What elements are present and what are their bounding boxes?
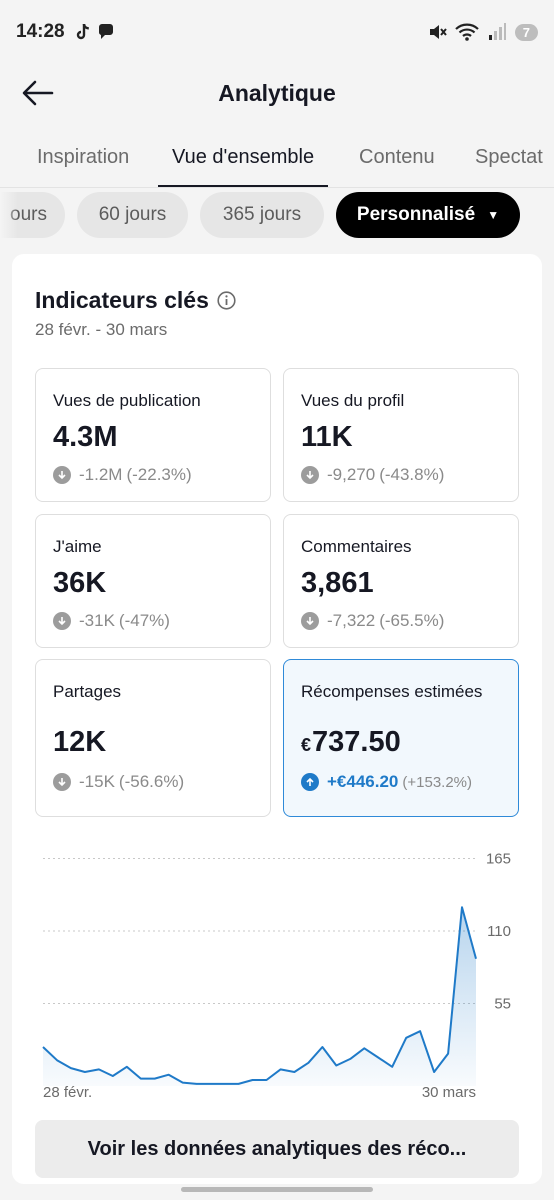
- metric-change: -9,270 (-43.8%): [301, 465, 444, 485]
- chip-custom[interactable]: Personnalisé ▼: [336, 192, 520, 238]
- metric-change-amount: -1.2M: [79, 465, 123, 484]
- wifi-icon: [455, 23, 479, 41]
- metric-value: €737.50: [301, 726, 401, 759]
- section-title: Indicateurs clés: [35, 287, 236, 314]
- arrow-down-icon: [301, 612, 319, 630]
- chart-area: [43, 907, 476, 1086]
- metric-change: +€446.20 (+153.2%): [301, 772, 472, 792]
- section-title-text: Indicateurs clés: [35, 287, 209, 313]
- metric-value: 36K: [53, 567, 107, 599]
- metric-change-amount: -15K: [79, 772, 115, 791]
- arrow-up-icon: [301, 773, 319, 791]
- metric-change-amount: +€446.20: [327, 772, 399, 791]
- metric-card-shares[interactable]: Partages 12K -15K (-56.6%): [35, 659, 271, 817]
- metric-value: 3,861: [301, 567, 374, 599]
- home-indicator: [181, 1187, 373, 1192]
- back-button[interactable]: [22, 76, 58, 110]
- metric-card-comments[interactable]: Commentaires 3,861 -7,322 (-65.5%): [283, 514, 519, 648]
- y-tick-label: 165: [486, 850, 511, 867]
- tab-content[interactable]: Contenu: [359, 134, 435, 187]
- metric-change-percent: (-43.8%): [379, 465, 445, 484]
- back-arrow-icon: [22, 80, 54, 106]
- metric-change: -15K (-56.6%): [53, 772, 184, 792]
- battery-indicator: 7: [514, 23, 538, 41]
- status-right-icons: 7: [427, 22, 538, 42]
- metric-change-percent: (-47%): [118, 611, 170, 630]
- arrow-down-icon: [301, 466, 319, 484]
- currency-symbol: €: [301, 735, 312, 755]
- metric-label: Vues de publication: [53, 391, 201, 410]
- metric-label: Partages: [53, 682, 122, 701]
- metric-change-amount: -7,322: [327, 611, 376, 630]
- metric-value: 11K: [301, 421, 353, 453]
- tiktok-icon: [76, 23, 89, 40]
- chips-fade: [0, 192, 18, 238]
- arrow-down-icon: [53, 773, 71, 791]
- page-title: Analytique: [218, 79, 336, 106]
- metric-card-estimated-rewards[interactable]: Récompenses estimées €737.50 +€446.20 (+…: [283, 659, 519, 817]
- info-icon[interactable]: [217, 291, 236, 310]
- chat-bubble-icon: [98, 24, 113, 39]
- arrow-down-icon: [53, 466, 71, 484]
- metric-change-amount: -31K: [79, 611, 115, 630]
- metric-card-likes[interactable]: J'aime 36K -31K (-47%): [35, 514, 271, 648]
- metric-card-profile-views[interactable]: Vues du profil 11K -9,270 (-43.8%): [283, 368, 519, 502]
- metric-card-post-views[interactable]: Vues de publication 4.3M -1.2M (-22.3%): [35, 368, 271, 502]
- chip-label: 60 jours: [98, 204, 167, 225]
- chip-60-days[interactable]: 60 jours: [77, 192, 188, 238]
- chip-label: Personnalisé: [356, 204, 476, 225]
- metric-label: Vues du profil: [301, 391, 405, 410]
- caret-down-icon: ▼: [487, 208, 500, 222]
- x-axis-end-label: 30 mars: [422, 1084, 476, 1101]
- status-bar: 14:28 7: [0, 0, 554, 64]
- metric-change-amount: -9,270: [327, 465, 376, 484]
- tab-inspiration[interactable]: Inspiration: [37, 134, 129, 187]
- metric-change: -31K (-47%): [53, 611, 170, 631]
- arrow-down-icon: [53, 612, 71, 630]
- chip-label: 365 jours: [222, 204, 302, 225]
- metric-value: 12K: [53, 726, 107, 758]
- tab-audience[interactable]: Spectat: [475, 134, 543, 187]
- metric-value: 4.3M: [53, 421, 118, 453]
- view-rewards-analytics-button[interactable]: Voir les données analytiques des réco...: [35, 1120, 519, 1178]
- key-metrics-card: Indicateurs clés 28 févr. - 30 mars Vues…: [12, 254, 542, 1184]
- rewards-chart[interactable]: 165 110 55 28 févr. 30 mars: [12, 844, 542, 1104]
- x-axis-start-label: 28 févr.: [43, 1084, 92, 1101]
- metric-change-percent: (+153.2%): [402, 773, 473, 791]
- signal-icon: [488, 23, 506, 40]
- metric-change-percent: (-56.6%): [118, 772, 185, 791]
- tab-overview[interactable]: Vue d'ensemble: [158, 134, 329, 187]
- metric-change: -1.2M (-22.3%): [53, 465, 192, 485]
- metric-change-percent: (-65.5%): [379, 611, 445, 630]
- mute-icon: [429, 25, 447, 39]
- chip-365-days[interactable]: 365 jours: [200, 192, 324, 238]
- date-range: 28 févr. - 30 mars: [35, 320, 168, 339]
- date-range-chips: ours 60 jours 365 jours Personnalisé ▼: [0, 192, 554, 238]
- status-time: 14:28: [16, 21, 65, 42]
- metric-label: J'aime: [53, 537, 102, 556]
- top-bar: Analytique: [0, 64, 554, 122]
- metric-change-percent: (-22.3%): [126, 465, 192, 484]
- metric-label: Commentaires: [301, 537, 412, 556]
- metric-value-amount: 737.50: [312, 726, 401, 758]
- metric-label: Récompenses estimées: [301, 682, 483, 701]
- y-tick-label: 110: [487, 923, 511, 940]
- tab-bar: Inspiration Vue d'ensemble Contenu Spect…: [0, 134, 554, 188]
- status-left-icons: [75, 23, 115, 41]
- y-tick-label: 55: [494, 995, 511, 1012]
- metric-change: -7,322 (-65.5%): [301, 611, 444, 631]
- chart-grid: 165 110 55: [43, 850, 511, 1012]
